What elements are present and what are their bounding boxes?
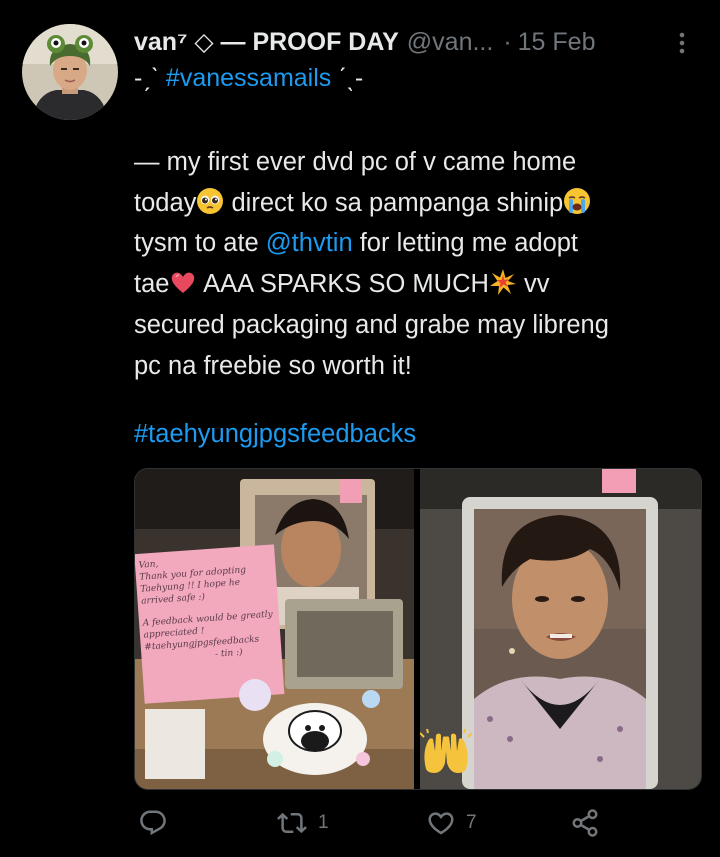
tweet-header: van⁷ ◇ — PROOF DAY @van... · 15 Feb bbox=[134, 24, 694, 60]
like-icon bbox=[426, 808, 456, 838]
body-line-3: tysm to ate @thvtin for letting me adopt bbox=[134, 223, 704, 264]
body-line-2: today direct ko sa pampanga shinip bbox=[134, 183, 704, 224]
like-count: 7 bbox=[466, 812, 477, 833]
heart-emoji bbox=[169, 268, 197, 296]
retweet-count: 1 bbox=[318, 812, 329, 833]
sparkle-burst-emoji bbox=[489, 268, 517, 296]
handwritten-note: Van, Thank you for adopting Taehyung !! … bbox=[138, 550, 281, 699]
more-icon[interactable] bbox=[672, 30, 692, 56]
crying-face-emoji bbox=[563, 187, 591, 215]
retweet-button[interactable]: 1 bbox=[276, 808, 329, 838]
share-icon bbox=[570, 808, 600, 838]
separator-dot: · bbox=[503, 27, 512, 56]
avatar[interactable] bbox=[22, 24, 118, 120]
reply-button[interactable] bbox=[138, 808, 178, 838]
body-text-today: today bbox=[134, 188, 197, 217]
media-photo-left[interactable]: Van, Thank you for adopting Taehyung !! … bbox=[135, 469, 414, 789]
body-line-5: secured packaging and grabe may libreng bbox=[134, 310, 609, 339]
mention-link[interactable]: @thvtin bbox=[266, 229, 353, 257]
body-line-6: pc na freebie so worth it! bbox=[134, 351, 412, 380]
body-text-sparks: AAA SPARKS SO MUCH bbox=[197, 270, 489, 299]
like-button[interactable]: 7 bbox=[426, 808, 477, 838]
media-photo-right[interactable] bbox=[419, 469, 701, 789]
subline-suffix: ˊˎ- bbox=[331, 64, 364, 92]
bio-subline: -ˏˋ #vanessamails ˊˎ- bbox=[134, 64, 363, 93]
tweet-actions: 1 7 bbox=[134, 808, 700, 838]
body-text-vv: vv bbox=[516, 270, 550, 299]
display-name[interactable]: van⁷ ◇ — PROOF DAY bbox=[134, 27, 399, 57]
body-line-4: tae AAA SPARKS SO MUCH vv bbox=[134, 264, 704, 305]
reply-icon bbox=[138, 808, 168, 838]
tweet-body: — my first ever dvd pc of v came home to… bbox=[134, 142, 704, 386]
subline-hashtag-link[interactable]: #vanessamails bbox=[166, 64, 331, 92]
retweet-icon bbox=[276, 808, 308, 838]
body-text-direct: direct ko sa pampanga shinip bbox=[224, 188, 564, 217]
body-text-tysm: tysm to ate bbox=[134, 229, 266, 258]
body-line-1: — my first ever dvd pc of v came home bbox=[134, 148, 577, 176]
share-button[interactable] bbox=[570, 808, 600, 838]
media-grid: Van, Thank you for adopting Taehyung !! … bbox=[134, 468, 702, 790]
body-text-tae: tae bbox=[134, 270, 170, 299]
tweet-date[interactable]: 15 Feb bbox=[518, 28, 596, 57]
body-text-letting: for letting me adopt bbox=[352, 229, 579, 258]
user-handle[interactable]: @van... bbox=[407, 28, 494, 57]
pleading-face-emoji bbox=[196, 187, 224, 215]
subline-prefix: -ˏˋ bbox=[134, 64, 166, 92]
clapping-hands-emoji bbox=[419, 728, 473, 777]
hashtag-feedbacks-link[interactable]: #taehyungjpgsfeedbacks bbox=[134, 420, 416, 449]
